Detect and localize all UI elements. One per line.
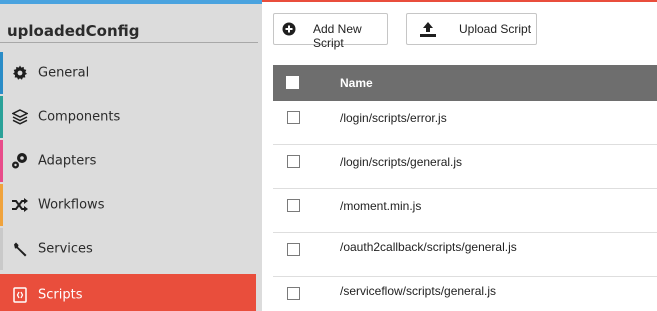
add-new-script-button[interactable]: Add New Script [273,13,388,50]
main-accent-bar [262,0,657,2]
row-checkbox[interactable] [287,287,300,300]
sidebar-item-services[interactable]: Services [0,228,256,270]
accent-bar [0,96,3,138]
upload-script-label: Upload Script [459,22,532,36]
row-checkbox[interactable] [287,243,300,256]
gear-icon [11,64,29,82]
sidebar-item-label: Components [38,109,121,125]
script-name[interactable]: /login/scripts/general.js [340,155,462,169]
script-name[interactable]: /login/scripts/error.js [340,111,447,125]
sidebar-item-scripts[interactable]: Scripts [0,274,256,311]
row-checkbox[interactable] [287,111,300,124]
sidebar-item-label: Workflows [38,197,105,213]
accent-bar [0,228,3,270]
sidebar-item-label: Scripts [38,287,83,303]
table-row[interactable]: /oauth2callback/scripts/general.js [273,233,657,277]
sidebar-divider [0,42,258,43]
script-file-icon [11,286,29,304]
column-header-name[interactable]: Name [340,76,373,90]
accent-bar [0,184,3,226]
sidebar-item-workflows[interactable]: Workflows [0,184,256,226]
add-new-script-label: Add New Script [313,22,362,50]
sidebar-item-label: General [38,65,90,81]
table-row[interactable]: /login/scripts/error.js [273,101,657,145]
accent-bar [0,140,3,182]
main-content: Add New Script Upload Script Name /login… [262,0,657,311]
sidebar-item-adapters[interactable]: Adapters [0,140,256,182]
sidebar-item-components[interactable]: Components [0,96,256,138]
table-row[interactable]: /serviceflow/scripts/general.js [273,277,657,311]
upload-script-button[interactable]: Upload Script [406,13,537,45]
shuffle-icon [11,196,29,214]
script-name[interactable]: /serviceflow/scripts/general.js [340,284,496,298]
script-name[interactable]: /moment.min.js [340,199,421,213]
sidebar-item-general[interactable]: General [0,52,256,94]
sidebar-title: uploadedConfig [7,22,140,40]
layers-icon [11,108,29,126]
table-row[interactable]: /login/scripts/general.js [273,145,657,189]
plus-circle-icon [282,22,296,36]
script-name[interactable]: /oauth2callback/scripts/general.js [340,240,517,254]
row-checkbox[interactable] [287,199,300,212]
table-header: Name [273,65,657,101]
sidebar-item-label: Services [38,241,93,257]
wrench-icon [11,240,29,258]
accent-bar [0,52,3,94]
gears-icon [11,152,29,170]
upload-icon [419,21,437,37]
table-row[interactable]: /moment.min.js [273,189,657,233]
row-checkbox[interactable] [287,155,300,168]
select-all-checkbox[interactable] [286,76,299,89]
sidebar-item-label: Adapters [38,153,97,169]
sidebar: uploadedConfig General Components Adapte… [0,4,262,311]
